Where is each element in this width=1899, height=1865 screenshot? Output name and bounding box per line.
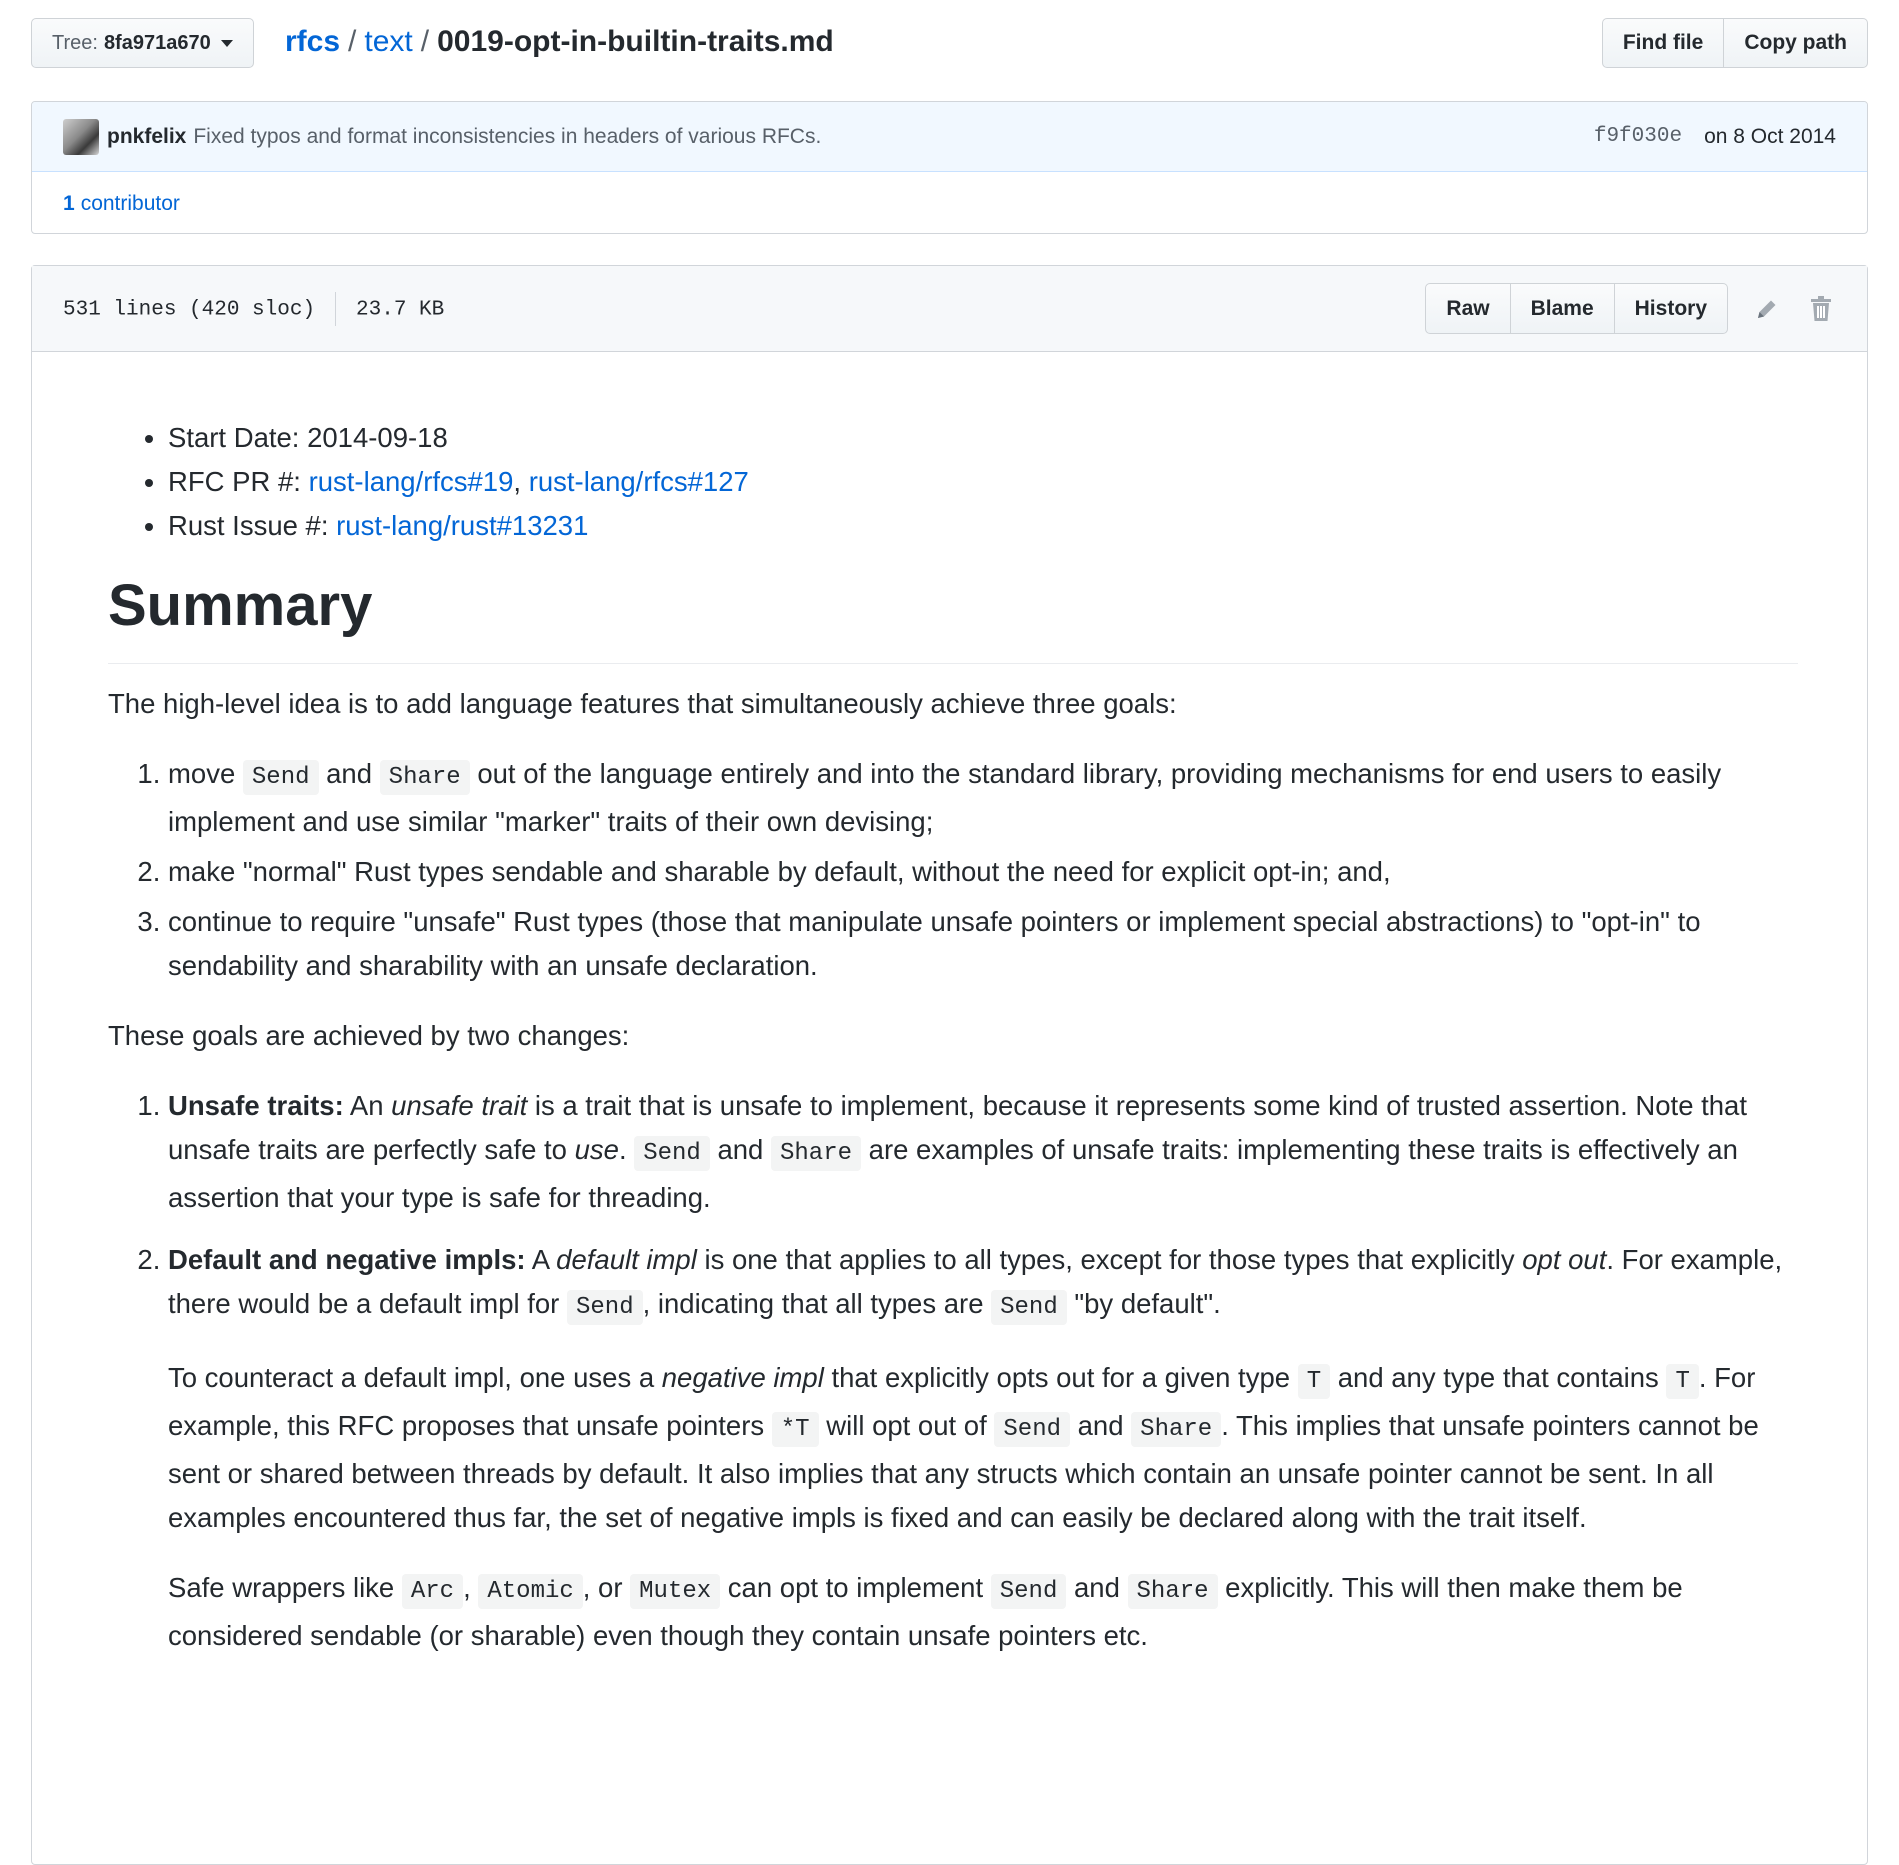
file-info-divider <box>335 291 337 326</box>
tree-value: 8fa971a670 <box>103 31 211 54</box>
code-send: Send <box>991 1289 1067 1325</box>
code-send: Send <box>566 1289 643 1325</box>
file-nav-buttons: Find file Copy path <box>1601 18 1868 68</box>
code-t: T <box>1297 1363 1331 1399</box>
tree-label: Tree: <box>52 31 98 54</box>
commit-date: on 8 Oct 2014 <box>1704 124 1836 148</box>
goals-list: move Send and Share out of the language … <box>108 752 1798 988</box>
breadcrumb-folder-link[interactable]: text <box>364 25 412 58</box>
breadcrumb-filename: 0019-opt-in-builtin-traits.md <box>437 25 834 58</box>
contributors-row: 1 contributor <box>32 172 1867 233</box>
chevron-down-icon <box>220 39 233 47</box>
file-size: 23.7 KB <box>356 298 445 322</box>
breadcrumb-separator: / <box>348 25 357 58</box>
start-date: Start Date: 2014-09-18 <box>168 422 448 453</box>
list-item: make "normal" Rust types sendable and sh… <box>168 850 1798 894</box>
breadcrumb: rfcs / text/0019-opt-in-builtin-traits.md <box>285 24 834 60</box>
commit-meta: f9f030e on 8 Oct 2014 <box>1594 102 1836 171</box>
file-actions: Raw Blame History <box>1425 283 1836 334</box>
blame-button[interactable]: Blame <box>1510 283 1615 334</box>
contributors-label: contributor <box>80 191 180 215</box>
copy-path-button[interactable]: Copy path <box>1724 18 1868 68</box>
file-info: 531 lines (420 sloc) 23.7 KB <box>63 291 445 326</box>
code-send: Send <box>242 759 319 795</box>
code-share: Share <box>379 759 470 795</box>
changes-intro-paragraph: These goals are achieved by two changes: <box>108 1019 630 1051</box>
rfc-pr-label: RFC PR #: <box>168 466 309 497</box>
list-item: Start Date: 2014-09-18 <box>168 416 1798 460</box>
list-item: move Send and Share out of the language … <box>168 752 1798 844</box>
commit-author-link[interactable]: pnkfelix <box>107 125 186 149</box>
contributors-link[interactable]: 1 contributor <box>63 192 180 216</box>
markdown-body: Start Date: 2014-09-18 RFC PR #: rust-la… <box>108 416 1798 1658</box>
code-share: Share <box>1127 1573 1218 1609</box>
code-share: Share <box>771 1135 862 1171</box>
rust-issue-link[interactable]: rust-lang/rust#13231 <box>336 510 588 541</box>
branch-selector-button[interactable]: Tree: 8fa971a670 <box>31 18 254 68</box>
avatar[interactable] <box>63 118 99 155</box>
summary-heading: Summary <box>108 570 1798 664</box>
commit-message-link[interactable]: Fixed typos and format inconsistencies i… <box>193 125 821 149</box>
code-mutex: Mutex <box>630 1573 721 1609</box>
file-header: 531 lines (420 sloc) 23.7 KB Raw Blame Hi… <box>32 266 1867 352</box>
rust-issue-label: Rust Issue #: <box>168 510 337 541</box>
list-item: Default and negative impls: A default im… <box>168 1238 1798 1658</box>
file-view-buttons: Raw Blame History <box>1425 283 1728 334</box>
list-item: Rust Issue #: rust-lang/rust#13231 <box>168 504 1798 548</box>
code-pointer-t: *T <box>771 1411 819 1447</box>
file-line-count: 531 lines (420 sloc) <box>63 298 316 322</box>
breadcrumb-separator: / <box>420 25 430 58</box>
rfc-metadata-list: Start Date: 2014-09-18 RFC PR #: rust-la… <box>108 416 1798 548</box>
list-item: Unsafe traits: An unsafe trait is a trai… <box>168 1084 1798 1238</box>
code-share: Share <box>1131 1411 1222 1447</box>
breadcrumb-repo-link[interactable]: rfcs <box>285 25 340 58</box>
path-bar: Tree: 8fa971a670 rfcs / text/0019-opt-in-b… <box>31 18 1868 70</box>
code-send: Send <box>990 1573 1067 1609</box>
find-file-button[interactable]: Find file <box>1601 18 1725 68</box>
contributors-count: 1 <box>63 191 75 215</box>
file-viewer: 531 lines (420 sloc) 23.7 KB Raw Blame Hi… <box>31 265 1868 1865</box>
changes-list: Unsafe traits: An unsafe trait is a trai… <box>108 1084 1798 1658</box>
separator-comma: , <box>513 466 529 497</box>
commit-sha-link[interactable]: f9f030e <box>1594 125 1682 148</box>
rfc-pr-link[interactable]: rust-lang/rfcs#127 <box>529 466 749 497</box>
list-item: RFC PR #: rust-lang/rfcs#19, rust-lang/r… <box>168 460 1798 504</box>
list-item: continue to require "unsafe" Rust types … <box>168 900 1798 988</box>
code-atomic: Atomic <box>478 1573 583 1609</box>
trash-icon[interactable] <box>1806 294 1836 324</box>
pencil-icon[interactable] <box>1752 294 1782 324</box>
code-arc: Arc <box>401 1573 464 1609</box>
intro-paragraph: The high-level idea is to add language f… <box>108 687 1177 719</box>
history-button[interactable]: History <box>1614 283 1728 334</box>
code-send: Send <box>634 1135 710 1171</box>
commit-tease: pnkfelix Fixed typos and format inconsis… <box>31 101 1868 234</box>
raw-button[interactable]: Raw <box>1425 283 1511 334</box>
rfc-pr-link[interactable]: rust-lang/rfcs#19 <box>309 466 514 497</box>
code-t: T <box>1666 1363 1699 1399</box>
code-send: Send <box>994 1411 1070 1447</box>
latest-commit-bar: pnkfelix Fixed typos and format inconsis… <box>32 102 1867 172</box>
